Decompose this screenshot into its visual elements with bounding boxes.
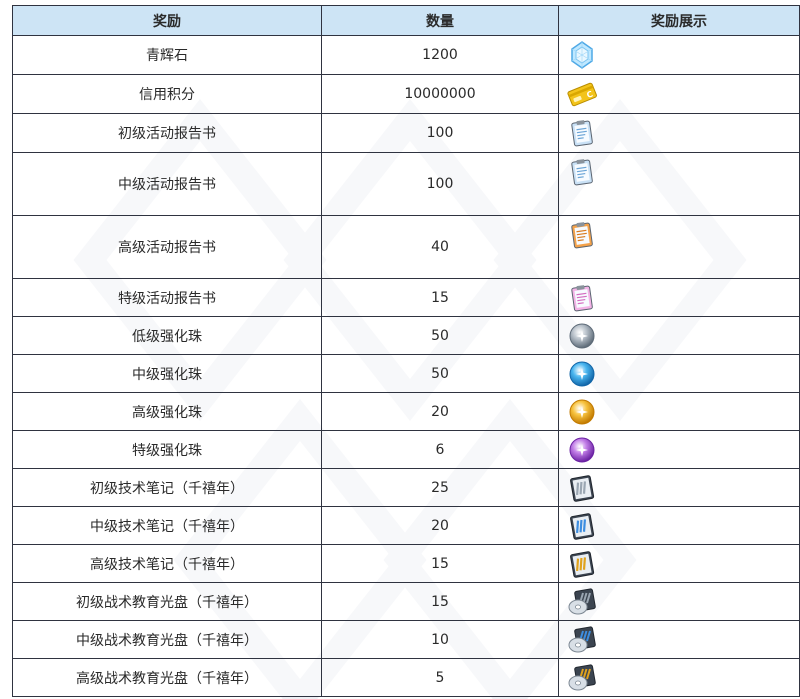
report-orange-icon <box>567 220 597 250</box>
reward-name-cell: 高级强化珠 <box>12 392 322 431</box>
reward-display-cell <box>558 392 800 431</box>
reward-name-cell: 中级活动报告书 <box>12 152 322 216</box>
credit-card-icon: C <box>567 79 597 109</box>
pyroxene-crystal-icon <box>567 40 597 70</box>
reward-display-cell <box>558 152 800 216</box>
report-blue-icon <box>567 118 597 148</box>
table-row: 中级技术笔记（千禧年） 20 <box>12 506 800 545</box>
table-row: 信用积分 10000000 C <box>12 74 800 114</box>
table-row: 中级战术教育光盘（千禧年） 10 <box>12 620 800 659</box>
reward-name-cell: 特级强化珠 <box>12 430 322 469</box>
page: 奖励 数量 奖励展示 青辉石 1200 信用积分 10000000 C 初级活动报告书 10… <box>0 0 800 699</box>
reward-name-cell: 特级活动报告书 <box>12 278 322 317</box>
header-quantity: 数量 <box>321 5 559 36</box>
disc-gray-icon <box>567 587 597 617</box>
reward-name-cell: 高级技术笔记（千禧年） <box>12 544 322 583</box>
orb-purple-icon <box>567 435 597 465</box>
table-row: 初级战术教育光盘（千禧年） 15 <box>12 582 800 621</box>
table-header-row: 奖励 数量 奖励展示 <box>12 5 800 36</box>
reward-quantity-cell: 15 <box>321 278 559 317</box>
reward-name-cell: 中级强化珠 <box>12 354 322 393</box>
reward-name-cell: 初级活动报告书 <box>12 113 322 153</box>
reward-quantity-cell: 40 <box>321 215 559 279</box>
header-reward: 奖励 <box>12 5 322 36</box>
reward-name-cell: 青辉石 <box>12 35 322 75</box>
table-row: 高级战术教育光盘（千禧年） 5 <box>12 658 800 697</box>
reward-display-cell <box>558 113 800 153</box>
reward-display-cell <box>558 544 800 583</box>
orb-blue-icon <box>567 359 597 389</box>
reward-quantity-cell: 50 <box>321 316 559 355</box>
reward-display-cell <box>558 506 800 545</box>
reward-name-cell: 中级技术笔记（千禧年） <box>12 506 322 545</box>
orb-gray-icon <box>567 321 597 351</box>
reward-quantity-cell: 5 <box>321 658 559 697</box>
report-blue-icon <box>567 157 597 187</box>
table-row: 特级活动报告书 15 <box>12 278 800 317</box>
reward-quantity-cell: 50 <box>321 354 559 393</box>
reward-name-cell: 中级战术教育光盘（千禧年） <box>12 620 322 659</box>
table-row: 高级技术笔记（千禧年） 15 <box>12 544 800 583</box>
table-row: 特级强化珠 6 <box>12 430 800 469</box>
reward-name-cell: 低级强化珠 <box>12 316 322 355</box>
header-display: 奖励展示 <box>558 5 800 36</box>
reward-quantity-cell: 6 <box>321 430 559 469</box>
table-row: 高级强化珠 20 <box>12 392 800 431</box>
reward-name-cell: 信用积分 <box>12 74 322 114</box>
reward-name-cell: 初级技术笔记（千禧年） <box>12 468 322 507</box>
disc-gold-icon <box>567 663 597 693</box>
reward-quantity-cell: 15 <box>321 544 559 583</box>
tech-note-gold-icon <box>567 549 597 579</box>
table-row: 青辉石 1200 <box>12 35 800 75</box>
reward-quantity-cell: 10 <box>321 620 559 659</box>
reward-quantity-cell: 100 <box>321 113 559 153</box>
reward-name-cell: 初级战术教育光盘（千禧年） <box>12 582 322 621</box>
report-pink-icon <box>567 283 597 313</box>
table-row: 初级活动报告书 100 <box>12 113 800 153</box>
reward-display-cell <box>558 620 800 659</box>
tech-note-blue-icon <box>567 511 597 541</box>
reward-display-cell <box>558 430 800 469</box>
reward-display-cell: C <box>558 74 800 114</box>
reward-quantity-cell: 100 <box>321 152 559 216</box>
disc-blue-icon <box>567 625 597 655</box>
reward-quantity-cell: 15 <box>321 582 559 621</box>
reward-quantity-cell: 25 <box>321 468 559 507</box>
reward-name-cell: 高级活动报告书 <box>12 215 322 279</box>
orb-gold-icon <box>567 397 597 427</box>
reward-display-cell <box>558 35 800 75</box>
table-row: 中级强化珠 50 <box>12 354 800 393</box>
reward-display-cell <box>558 278 800 317</box>
reward-quantity-cell: 20 <box>321 506 559 545</box>
reward-display-cell <box>558 468 800 507</box>
table-row: 高级活动报告书 40 <box>12 215 800 279</box>
tech-note-gray-icon <box>567 473 597 503</box>
table-row: 低级强化珠 50 <box>12 316 800 355</box>
reward-display-cell <box>558 582 800 621</box>
reward-name-cell: 高级战术教育光盘（千禧年） <box>12 658 322 697</box>
table-row: 中级活动报告书 100 <box>12 152 800 216</box>
reward-display-cell <box>558 316 800 355</box>
reward-quantity-cell: 20 <box>321 392 559 431</box>
rewards-table: 奖励 数量 奖励展示 青辉石 1200 信用积分 10000000 C 初级活动报告书 10… <box>12 5 800 697</box>
reward-display-cell <box>558 215 800 279</box>
table-row: 初级技术笔记（千禧年） 25 <box>12 468 800 507</box>
reward-display-cell <box>558 658 800 697</box>
reward-quantity-cell: 10000000 <box>321 74 559 114</box>
reward-quantity-cell: 1200 <box>321 35 559 75</box>
reward-display-cell <box>558 354 800 393</box>
